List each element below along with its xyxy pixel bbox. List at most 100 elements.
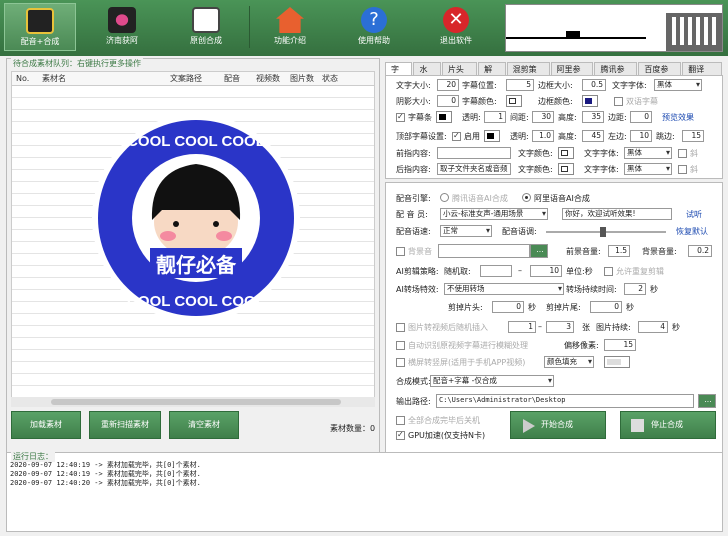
top-left-input[interactable]: 10 [630, 130, 652, 142]
column-header[interactable]: 配音 [220, 72, 252, 85]
tab-narration[interactable]: 解说 [478, 62, 506, 87]
bar-opacity-input[interactable]: 1 [484, 111, 506, 123]
bilingual-subtitle-checkbox[interactable] [614, 97, 623, 106]
gpu-accel-checkbox[interactable] [396, 430, 405, 440]
tab-tencent-params[interactable]: 腾讯参数 [594, 62, 638, 87]
border-size-input[interactable]: 0.5 [582, 79, 606, 91]
column-header[interactable]: 状态 [318, 72, 358, 85]
font-size-input[interactable]: 20 [437, 79, 459, 91]
top-opacity-input[interactable]: 1.0 [532, 130, 554, 142]
column-header[interactable]: 文案路径 [166, 72, 220, 85]
head-cut-input[interactable]: 0 [492, 301, 524, 313]
toolbar-exit-button[interactable]: ✕ 退出软件 [420, 3, 492, 51]
prefix-font-select[interactable]: 黑体 [624, 147, 672, 159]
preview-effect-link[interactable]: 预览效果 [662, 112, 694, 123]
top-subtitle-enable-checkbox[interactable] [452, 131, 461, 141]
toolbar-tutorial-button[interactable]: 济南获阿 [86, 3, 158, 51]
tab-intro-outro[interactable]: 片头尾 [441, 62, 478, 87]
column-header[interactable]: 素材名 [38, 72, 166, 85]
bgm-checkbox[interactable] [396, 247, 405, 256]
bgm-browse-button[interactable]: ... [530, 244, 548, 258]
color-swatch [561, 150, 568, 156]
stop-compose-button[interactable]: 停止合成 [620, 411, 716, 439]
log-lines[interactable]: 2020-09-07 12:40:19 -> 素材加载完毕，共[0]个素材. 2… [7, 453, 722, 488]
listen-link[interactable]: 试听 [686, 209, 702, 220]
transition-time-input[interactable]: 2 [624, 283, 646, 295]
bar-spacing-input[interactable]: 30 [532, 111, 554, 123]
output-browse-button[interactable]: ... [698, 394, 716, 408]
column-header[interactable]: No. [12, 72, 38, 85]
shutdown-checkbox[interactable] [396, 416, 405, 425]
suffix-italic-checkbox[interactable] [678, 165, 687, 174]
offset-input[interactable]: 15 [604, 339, 636, 351]
tab-baidu-params[interactable]: 百度参数 [638, 62, 682, 87]
start-compose-button[interactable]: 开始合成 [510, 411, 606, 439]
image-duration-input[interactable]: 4 [638, 321, 668, 333]
subtitle-settings: 文字大小: 20 字幕位置: 5 边框大小: 0.5 文字字体: 黑体 阴影大小… [385, 75, 723, 179]
bar-margin-input[interactable]: 0 [630, 111, 652, 123]
tencent-engine-radio[interactable] [440, 193, 449, 202]
reset-default-link[interactable]: 恢复默认 [676, 226, 708, 237]
background-volume-input[interactable]: 0.2 [688, 245, 712, 257]
queue-table[interactable]: No. 素材名 文案路径 配音 视频数 图片数 状态 COOL COOL COO… [11, 71, 375, 403]
ali-engine-radio[interactable] [522, 193, 531, 202]
tail-cut-input[interactable]: 0 [590, 301, 622, 313]
tab-watermark[interactable]: 水印 [413, 62, 441, 87]
shadow-size-input[interactable]: 0 [437, 95, 459, 107]
bar-height-input[interactable]: 35 [582, 111, 604, 123]
column-header[interactable]: 图片数 [286, 72, 318, 85]
allow-repeat-checkbox[interactable] [604, 267, 613, 276]
table-row [12, 338, 374, 350]
landscape-to-portrait-checkbox[interactable] [396, 358, 405, 367]
toolbar-original-button[interactable]: 原创合成 [170, 3, 242, 51]
auto-blur-checkbox[interactable] [396, 341, 405, 350]
bgm-path-input[interactable] [438, 244, 530, 258]
load-materials-button[interactable]: 加载素材 [11, 411, 81, 439]
top-height-input[interactable]: 45 [582, 130, 604, 142]
prefix-color-picker[interactable] [558, 147, 574, 159]
bar-color-picker[interactable] [436, 111, 452, 123]
fill-color-picker[interactable] [604, 356, 630, 368]
top-gap-input[interactable]: 15 [682, 130, 704, 142]
tab-subtitle[interactable]: 字幕 [385, 62, 413, 87]
random-to-input[interactable]: 10 [530, 265, 562, 277]
tab-ali-params[interactable]: 阿里参数 [550, 62, 594, 87]
suffix-color-picker[interactable] [558, 163, 574, 175]
prefix-input[interactable] [437, 147, 511, 159]
tone-slider[interactable] [546, 227, 666, 237]
range-dash: – [518, 266, 522, 275]
subtitle-color-picker[interactable] [506, 95, 522, 107]
toolbar-features-button[interactable]: 功能介绍 [254, 3, 326, 51]
transition-select[interactable]: 不使用转场 [444, 283, 564, 295]
subtitle-position-input[interactable]: 5 [506, 79, 534, 91]
prefix-italic-checkbox[interactable] [678, 149, 687, 158]
tab-translate-api[interactable]: 翻译API [682, 62, 722, 87]
border-color-picker[interactable] [582, 95, 598, 107]
suffix-input[interactable]: 取子文件夹名或音频 [437, 163, 511, 175]
foreground-volume-input[interactable]: 1.5 [608, 245, 630, 257]
toolbar-dubbing-button[interactable]: 配音+合成 [4, 3, 76, 51]
font-family-select[interactable]: 黑体 [654, 79, 702, 91]
bar-height-label: 高度: [558, 113, 577, 122]
tone-slider-thumb[interactable] [600, 227, 606, 237]
image-insert-checkbox[interactable] [396, 323, 405, 332]
column-header[interactable]: 视频数 [252, 72, 286, 85]
color-fill-select[interactable]: 颜色填充 [544, 356, 594, 368]
tab-mix-strategy[interactable]: 混剪策略 [506, 62, 550, 87]
horizontal-scrollbar[interactable] [11, 397, 375, 407]
clear-materials-button[interactable]: 清空素材 [169, 411, 239, 439]
suffix-font-select[interactable]: 黑体 [624, 163, 672, 175]
output-path-input[interactable]: C:\Users\Administrator\Desktop [436, 394, 694, 408]
compose-mode-select[interactable]: 配音+字幕 -仅合成 [430, 375, 554, 387]
test-text-input[interactable]: 你好，欢迎试听效果! [562, 208, 672, 220]
random-from-input[interactable] [480, 265, 512, 277]
speed-select[interactable]: 正常 [440, 225, 492, 237]
image-from-input[interactable]: 1 [508, 321, 536, 333]
speaker-select[interactable]: 小云-标准女声-通用场景 [440, 208, 548, 220]
top-subtitle-color-picker[interactable] [484, 130, 500, 142]
image-to-input[interactable]: 3 [546, 321, 574, 333]
toolbar-help-button[interactable]: ? 使用帮助 [338, 3, 410, 51]
subtitle-bar-checkbox[interactable] [396, 112, 405, 122]
scroll-thumb[interactable] [51, 399, 341, 405]
rescan-materials-button[interactable]: 重新扫描素材 [89, 411, 161, 439]
